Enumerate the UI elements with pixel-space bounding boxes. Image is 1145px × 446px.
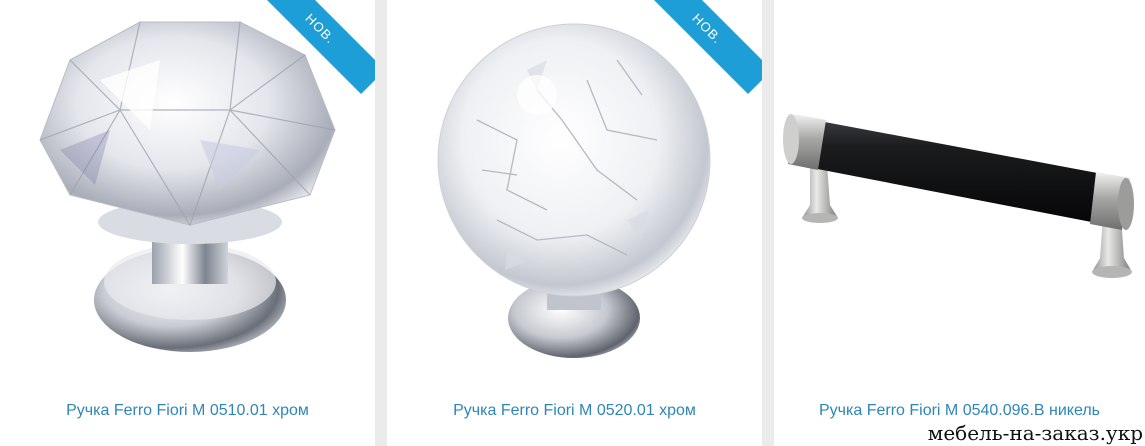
product-title-link[interactable]: Ручка Ferro Fiori M 0540.096.B никель bbox=[774, 402, 1145, 420]
product-card[interactable]: НОВ. Ручка Ferro Fiori M 0510.01 хром bbox=[0, 0, 375, 446]
product-title-link[interactable]: Ручка Ferro Fiori M 0510.01 хром bbox=[0, 402, 375, 420]
product-title-link[interactable]: Ручка Ferro Fiori M 0520.01 хром bbox=[387, 402, 762, 420]
product-card[interactable]: Ручка Ferro Fiori M 0540.096.B никель bbox=[774, 0, 1145, 446]
product-image-crackle-ball-knob[interactable] bbox=[387, 0, 762, 378]
product-card[interactable]: НОВ. Ручка Ferro Fiori M 0520.01 хром bbox=[387, 0, 762, 446]
site-watermark: мебель-на-заказ.укр bbox=[919, 420, 1145, 446]
product-image-bar-pull-handle[interactable] bbox=[774, 0, 1145, 378]
product-image-crystal-knob[interactable] bbox=[0, 0, 375, 378]
